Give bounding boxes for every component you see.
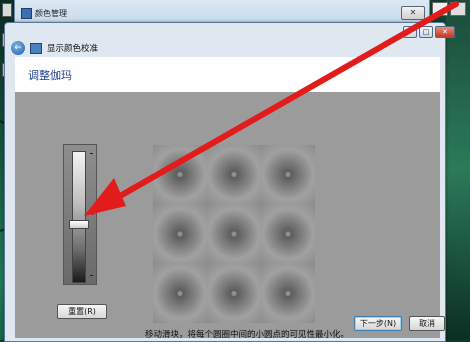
instruction-text: 移动滑块，将每个圆圈中间的小圆点的可见性最小化。 bbox=[145, 330, 350, 340]
cancel-button[interactable]: 取消 bbox=[409, 316, 445, 331]
sample-circle bbox=[153, 263, 207, 323]
window-controls: – □ ✕ bbox=[403, 26, 455, 38]
desktop-icon[interactable] bbox=[2, 3, 12, 17]
header-panel: 调整伽玛 bbox=[15, 57, 440, 92]
nav-title: 显示颜色校准 bbox=[47, 44, 99, 54]
app-icon bbox=[21, 8, 32, 19]
close-button[interactable]: ✕ bbox=[435, 26, 455, 38]
sample-circle bbox=[207, 145, 261, 205]
sample-circle bbox=[153, 145, 207, 205]
display-icon bbox=[30, 42, 42, 54]
desktop-right-area bbox=[446, 0, 470, 340]
slider-track[interactable] bbox=[72, 151, 86, 283]
back-arrow-icon[interactable]: ← bbox=[11, 41, 25, 55]
gamma-slider[interactable] bbox=[63, 144, 97, 285]
desktop-icon[interactable] bbox=[432, 2, 448, 16]
sample-circle bbox=[261, 145, 315, 205]
slider-tick bbox=[90, 153, 93, 154]
slider-tick bbox=[90, 275, 93, 276]
sample-circle bbox=[261, 204, 315, 264]
close-button[interactable]: ✕ bbox=[401, 6, 425, 20]
content-area: 调整伽玛 重置(R) 移动滑块，将每个圆圈中间的小圆点的可见性最小化。 bbox=[15, 57, 440, 340]
gamma-sample-image bbox=[153, 145, 315, 323]
maximize-button[interactable]: □ bbox=[419, 26, 433, 38]
minimize-button[interactable]: – bbox=[403, 26, 417, 38]
navigation-bar: ← 显示颜色校准 bbox=[11, 39, 98, 57]
window-title: 颜色管理 bbox=[35, 9, 67, 18]
sample-circle bbox=[153, 204, 207, 264]
reset-button[interactable]: 重置(R) bbox=[57, 304, 107, 319]
next-button[interactable]: 下一步(N) bbox=[354, 316, 402, 331]
calibration-dialog: – □ ✕ ← 显示颜色校准 调整伽玛 重置(R) 移动滑块，将每个圆圈中间的小… bbox=[4, 22, 455, 342]
page-heading: 调整伽玛 bbox=[28, 69, 72, 82]
slider-thumb[interactable] bbox=[69, 219, 89, 229]
desktop-icon[interactable] bbox=[450, 2, 466, 16]
sample-circle bbox=[261, 263, 315, 323]
sample-circle bbox=[207, 263, 261, 323]
sample-circle bbox=[207, 204, 261, 264]
